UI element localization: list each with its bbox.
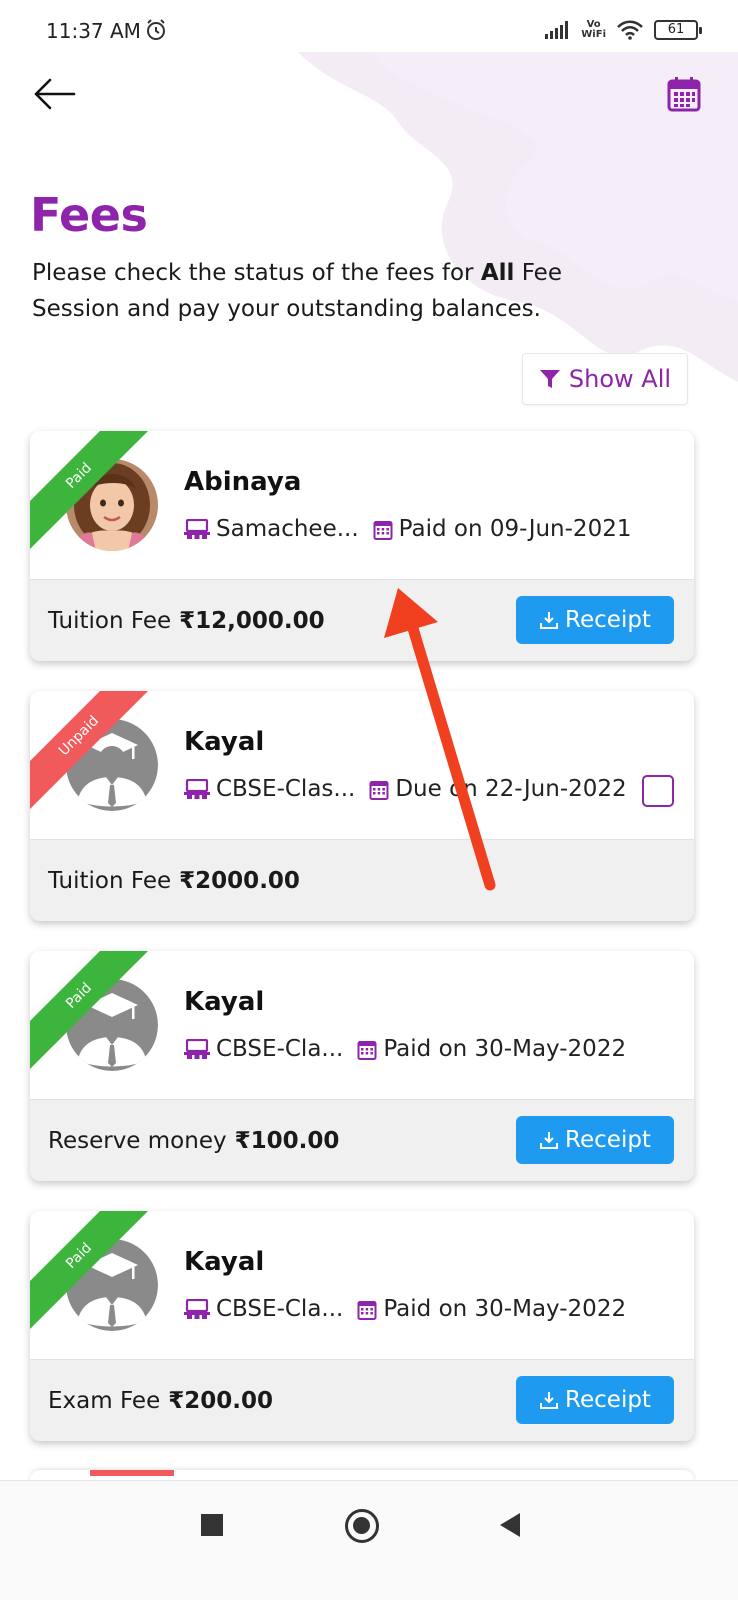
- download-icon: [540, 1132, 559, 1149]
- class-name: CBSE-Cla...: [216, 1296, 344, 1322]
- download-icon: [540, 612, 559, 629]
- calendar-icon: [667, 77, 701, 112]
- student-name: Kayal: [184, 1247, 265, 1277]
- class-name: CBSE-Cla...: [216, 1036, 344, 1062]
- fee-card-header: Paid Kayal CBSE-Cla... Paid on 30-May-20…: [30, 1211, 694, 1359]
- cell-signal-icon: [545, 21, 569, 39]
- fee-type: Exam Fee: [48, 1387, 161, 1414]
- back-button[interactable]: [30, 72, 78, 116]
- fee-card-header: Paid Abinaya Samachee... Paid on 09-Jun-…: [30, 431, 694, 579]
- receipt-label: Receipt: [565, 607, 651, 633]
- status-time: 11:37 AM: [46, 19, 141, 43]
- fee-amount: ₹200.00: [168, 1387, 273, 1414]
- battery-indicator: 61: [654, 20, 702, 40]
- system-navigation-bar: [0, 1480, 738, 1600]
- class-name: CBSE-Clas...: [216, 776, 356, 802]
- calendar-small-icon: [369, 780, 389, 800]
- fee-card[interactable]: Paid Kayal CBSE-Cla... Paid on 30-May-20…: [30, 1211, 694, 1441]
- show-all-filter-button[interactable]: Show All: [522, 353, 688, 405]
- filter-icon: [539, 370, 560, 388]
- classroom-icon: [184, 1039, 210, 1059]
- receipt-download-button[interactable]: Receipt: [516, 1376, 674, 1424]
- fee-meta-row: CBSE-Cla... Paid on 30-May-2022: [184, 1036, 626, 1062]
- fee-card[interactable]: Paid Abinaya Samachee... Paid on 09-Jun-…: [30, 431, 694, 661]
- due-date-info: Due on 22-Jun-2022: [369, 776, 627, 802]
- payment-date: Paid on 30-May-2022: [383, 1036, 627, 1062]
- fee-card-header: Unpaid Kayal CBSE-Clas... Due on 22-Jun-…: [30, 691, 694, 839]
- download-icon: [540, 1392, 559, 1409]
- filter-label: Show All: [568, 365, 672, 393]
- vowifi-indicator: Vo WiFi: [581, 20, 606, 40]
- class-info: CBSE-Clas...: [184, 776, 355, 802]
- fee-meta-row: CBSE-Cla... Paid on 30-May-2022: [184, 1296, 626, 1322]
- fee-card-footer: Tuition Fee ₹2000.00: [30, 839, 694, 921]
- fee-type: Tuition Fee: [48, 867, 172, 894]
- page-description: Please check the status of the fees for …: [32, 255, 592, 327]
- payment-date-info: Paid on 30-May-2022: [357, 1036, 626, 1062]
- payment-date: Paid on 30-May-2022: [383, 1296, 627, 1322]
- receipt-download-button[interactable]: Receipt: [516, 596, 674, 644]
- classroom-icon: [184, 519, 210, 539]
- student-name: Kayal: [184, 727, 265, 757]
- fee-amount: ₹12,000.00: [179, 607, 325, 634]
- vowifi-bottom: WiFi: [581, 29, 606, 40]
- fee-type: Tuition Fee: [48, 607, 172, 634]
- status-ribbon-partial: [90, 1470, 174, 1476]
- wifi-icon: [617, 20, 643, 40]
- receipt-label: Receipt: [565, 1387, 651, 1413]
- recent-apps-button[interactable]: [201, 1514, 223, 1536]
- fee-card-header: Paid Kayal CBSE-Cla... Paid on 30-May-20…: [30, 951, 694, 1099]
- payment-date: Paid on 09-Jun-2021: [398, 516, 632, 542]
- status-bar: 11:37 AM Vo WiFi 61: [0, 0, 738, 56]
- fee-card-footer: Tuition Fee ₹12,000.00 Receipt: [30, 579, 694, 661]
- fee-type: Reserve money: [48, 1127, 227, 1154]
- class-info: CBSE-Cla...: [184, 1036, 343, 1062]
- calendar-small-icon: [357, 1040, 377, 1060]
- desc-text-start: Please check the status of the fees for: [32, 260, 481, 286]
- classroom-icon: [184, 779, 210, 799]
- fee-card[interactable]: Paid Kayal CBSE-Cla... Paid on 30-May-20…: [30, 951, 694, 1181]
- payment-date-info: Paid on 09-Jun-2021: [373, 516, 632, 542]
- class-name: Samachee...: [216, 516, 359, 542]
- calendar-button[interactable]: [660, 70, 708, 118]
- page-title: Fees: [30, 188, 148, 242]
- receipt-download-button[interactable]: Receipt: [516, 1116, 674, 1164]
- receipt-label: Receipt: [565, 1127, 651, 1153]
- fee-meta-row: Samachee... Paid on 09-Jun-2021: [184, 516, 631, 542]
- fee-card-footer: Reserve money ₹100.00 Receipt: [30, 1099, 694, 1181]
- class-info: CBSE-Cla...: [184, 1296, 343, 1322]
- arrow-left-icon: [34, 78, 76, 110]
- classroom-icon: [184, 1299, 210, 1319]
- calendar-small-icon: [357, 1300, 377, 1320]
- fee-amount: ₹2000.00: [179, 867, 300, 894]
- due-date: Due on 22-Jun-2022: [395, 776, 627, 802]
- fee-meta-row: CBSE-Clas... Due on 22-Jun-2022: [184, 776, 627, 802]
- payment-date-info: Paid on 30-May-2022: [357, 1296, 626, 1322]
- fee-card[interactable]: Unpaid Kayal CBSE-Clas... Due on 22-Jun-…: [30, 691, 694, 921]
- fee-card-footer: Exam Fee ₹200.00 Receipt: [30, 1359, 694, 1441]
- status-icons: Vo WiFi 61: [545, 20, 702, 40]
- class-info: Samachee...: [184, 516, 359, 542]
- student-name: Abinaya: [184, 467, 302, 497]
- desc-text-bold: All: [480, 260, 515, 286]
- select-fee-checkbox[interactable]: [642, 775, 674, 807]
- fee-amount: ₹100.00: [234, 1127, 340, 1154]
- calendar-small-icon: [373, 520, 393, 540]
- system-back-button[interactable]: [498, 1511, 522, 1539]
- home-button[interactable]: [345, 1509, 379, 1543]
- alarm-icon: [147, 19, 165, 40]
- student-name: Kayal: [184, 987, 265, 1017]
